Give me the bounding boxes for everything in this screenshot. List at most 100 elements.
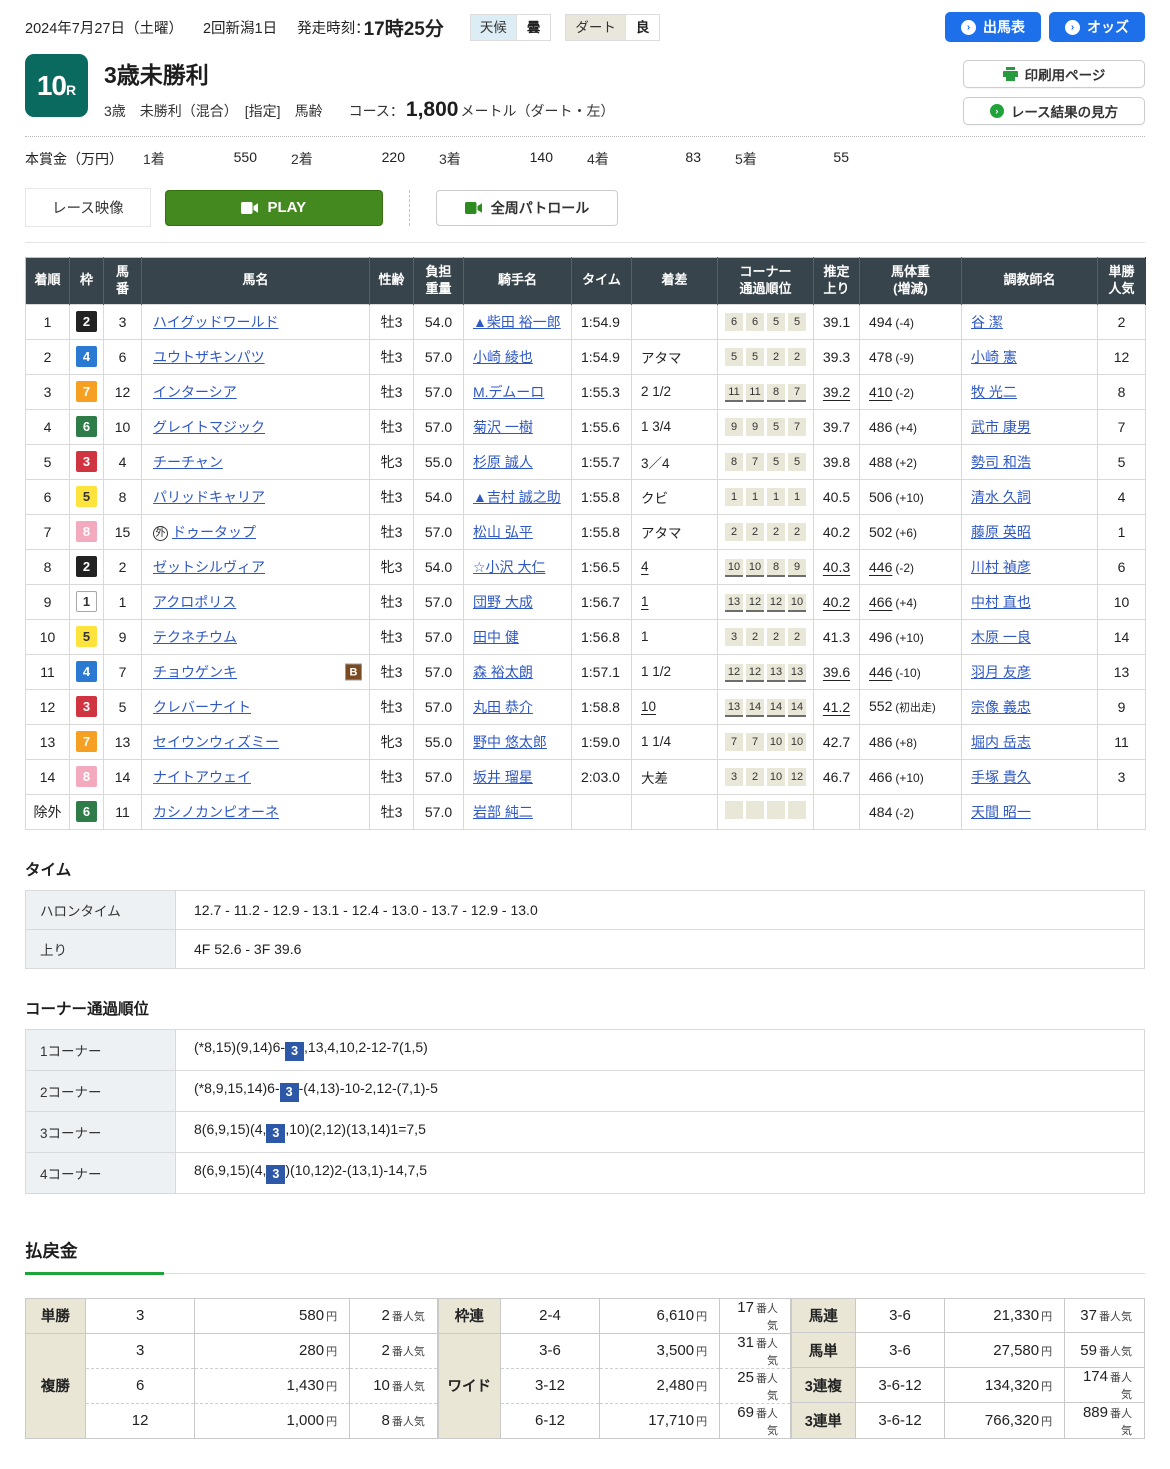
jockey-link[interactable]: 杉原 誠人	[473, 454, 533, 470]
jockey-link[interactable]: 野中 悠太郎	[473, 734, 547, 750]
trainer-link[interactable]: 木原 一良	[971, 629, 1031, 645]
table-row: 6 5 8 パリッドキャリア 牡3 54.0 ▲吉村 誠之助 1:55.8 クビ 1 1 1 1 40.5…	[25, 478, 1146, 515]
trainer-link[interactable]: 藤原 英昭	[971, 524, 1031, 540]
table-row: 5 3 4 チーチャン 牝3 55.0 杉原 誠人 1:55.7 3／4 8 7 5 5 39.8 488(…	[25, 443, 1146, 480]
horse-weight-diff: (+10)	[895, 770, 924, 785]
sex-age: 牡3	[369, 303, 414, 340]
horse-name-link[interactable]: ナイトアウェイ	[153, 769, 251, 785]
sex-age: 牡3	[369, 408, 414, 445]
corner-positions-cell: 13 14 14 14	[717, 688, 814, 725]
margin-cell: 10	[631, 688, 718, 725]
patrol-video-button[interactable]: 全周パトロール	[435, 189, 619, 226]
sex-age: 牝3	[369, 443, 414, 480]
yen-suffix: 円	[1041, 1311, 1053, 1324]
trainer-link[interactable]: 牧 光二	[971, 384, 1017, 400]
corner-position-box: 5	[767, 418, 785, 437]
finish-time: 1:54.9	[571, 338, 632, 375]
trainer-link[interactable]: 清水 久詞	[971, 489, 1031, 505]
prize-item: 2着 220	[291, 149, 439, 169]
jockey-link[interactable]: 団野 大成	[473, 594, 533, 610]
finish-position: 1	[25, 303, 70, 340]
horse-name-link[interactable]: セイウンウィズミー	[153, 734, 279, 750]
jockey-link[interactable]: 坂井 瑠星	[473, 769, 533, 785]
horse-name-link[interactable]: ハイグッドワールド	[153, 314, 278, 330]
margin-value: 1 3/4	[641, 419, 672, 435]
corner-position-box: 8	[767, 383, 785, 402]
corner-position-box: 2	[767, 628, 785, 647]
carried-weight: 57.0	[413, 338, 464, 375]
corner-position-box: 13	[725, 593, 743, 612]
jockey-link[interactable]: 小崎 綾也	[473, 349, 533, 365]
corner-position-box: 8	[767, 558, 785, 577]
horse-name-link[interactable]: ユウトザキンパツ	[153, 349, 265, 365]
last3f-cell: 46.7	[813, 758, 860, 795]
table-row: 除外 6 11 カシノカンピオーネ 牡3 57.0 岩部 純二 484 (-2) 天間 昭一	[25, 793, 1146, 830]
horse-weight-diff: (-4)	[895, 315, 915, 330]
horse-name-link[interactable]: チーチャン	[153, 454, 223, 470]
frame-number-cell: 5	[69, 478, 104, 515]
horse-name-link[interactable]: クレバーナイト	[153, 699, 251, 715]
trainer-cell: 堀内 岳志	[961, 723, 1098, 760]
jockey-link[interactable]: ☆小沢 大仁	[473, 559, 545, 575]
jockey-link[interactable]: M.デムーロ	[473, 384, 544, 400]
play-button[interactable]: PLAY	[164, 189, 383, 226]
entries-button[interactable]: › 出馬表	[945, 12, 1041, 42]
winner-number-badge: 3	[279, 1082, 299, 1102]
trainer-link[interactable]: 羽月 友彦	[971, 664, 1031, 680]
horse-name-link[interactable]: グレイトマジック	[153, 419, 265, 435]
jockey-link[interactable]: ▲柴田 裕一郎	[473, 314, 561, 330]
jockey-link[interactable]: 菊沢 一樹	[473, 419, 533, 435]
last3f-value: 40.2	[822, 523, 851, 540]
horse-weight-diff: (-2)	[895, 385, 915, 400]
trainer-link[interactable]: 天間 昭一	[971, 804, 1031, 820]
payout-row: 複勝 3 280 円 2 番人気	[25, 1332, 438, 1439]
horse-name-link[interactable]: チョウゲンキ	[153, 664, 237, 680]
results-guide-button[interactable]: › レース結果の見方	[963, 97, 1145, 125]
trainer-link[interactable]: 宗像 義忠	[971, 699, 1031, 715]
last3f-cell: 39.3	[813, 338, 860, 375]
payout-amount: 2,480 円	[599, 1367, 721, 1404]
jockey-link[interactable]: 森 裕太朗	[473, 664, 533, 680]
corner-row-value: 8(6,9,15)(4, 3,10)(2,12)(13,14)1=7,5	[175, 1110, 1145, 1153]
payout-row: 馬連 3-6 21,330 円 37 番人気	[790, 1297, 1145, 1334]
margin-value: 1 1/4	[641, 734, 672, 750]
bet-type-label: ワイド	[437, 1332, 501, 1439]
trainer-link[interactable]: 谷 潔	[971, 314, 1003, 330]
horse-name-link[interactable]: ゼットシルヴィア	[153, 559, 265, 575]
popularity-suffix: 番人気	[391, 1416, 425, 1429]
print-page-button[interactable]: 印刷用ページ	[963, 60, 1145, 88]
trainer-link[interactable]: 手塚 貴久	[971, 769, 1031, 785]
trainer-link[interactable]: 中村 直也	[971, 594, 1031, 610]
jockey-link[interactable]: ▲吉村 誠之助	[473, 489, 561, 505]
horse-weight-diff: (-10)	[895, 665, 921, 680]
trainer-link[interactable]: 勢司 和浩	[971, 454, 1031, 470]
race-text: 3歳未勝利 3歳 未勝利（混合） [指定] 馬齢 コース： 1,800 メートル…	[104, 54, 614, 122]
trainer-link[interactable]: 堀内 岳志	[971, 734, 1031, 750]
horse-weight-diff: (+10)	[895, 630, 924, 645]
jockey-link[interactable]: 丸田 恭介	[473, 699, 533, 715]
horse-name-link[interactable]: テクネチウム	[153, 629, 237, 645]
payout-amount: 766,320 円	[944, 1402, 1066, 1439]
horse-name-link[interactable]: パリッドキャリア	[153, 489, 265, 505]
trainer-link[interactable]: 小崎 憲	[971, 349, 1017, 365]
time-row-label: 上り	[25, 928, 176, 969]
margin-value: 1 1/2	[641, 664, 672, 680]
jockey-link[interactable]: 松山 弘平	[473, 524, 533, 540]
prize-place: 2着	[291, 151, 313, 167]
horse-name-link[interactable]: アクロポリス	[153, 594, 236, 610]
jockey-link[interactable]: 岩部 純二	[473, 804, 533, 820]
horse-weight-value: 446	[869, 663, 893, 680]
corner-positions-cell: 9957	[717, 408, 814, 445]
jockey-link[interactable]: 田中 健	[473, 629, 519, 645]
trainer-link[interactable]: 川村 禎彦	[971, 559, 1031, 575]
weather-value: 曇	[515, 14, 551, 40]
horse-name-link[interactable]: ドゥータップ	[172, 524, 256, 540]
horse-name-link[interactable]: カシノカンピオーネ	[153, 804, 279, 820]
horse-name-link[interactable]: インターシア	[153, 384, 237, 400]
finish-position: 11	[25, 653, 70, 690]
odds-button[interactable]: › オッズ	[1049, 12, 1145, 42]
trainer-link[interactable]: 武市 康男	[971, 419, 1031, 435]
win-popularity: 6	[1097, 548, 1146, 585]
sex-age: 牡3	[369, 688, 414, 725]
horse-weight-diff: (-2)	[895, 805, 915, 820]
